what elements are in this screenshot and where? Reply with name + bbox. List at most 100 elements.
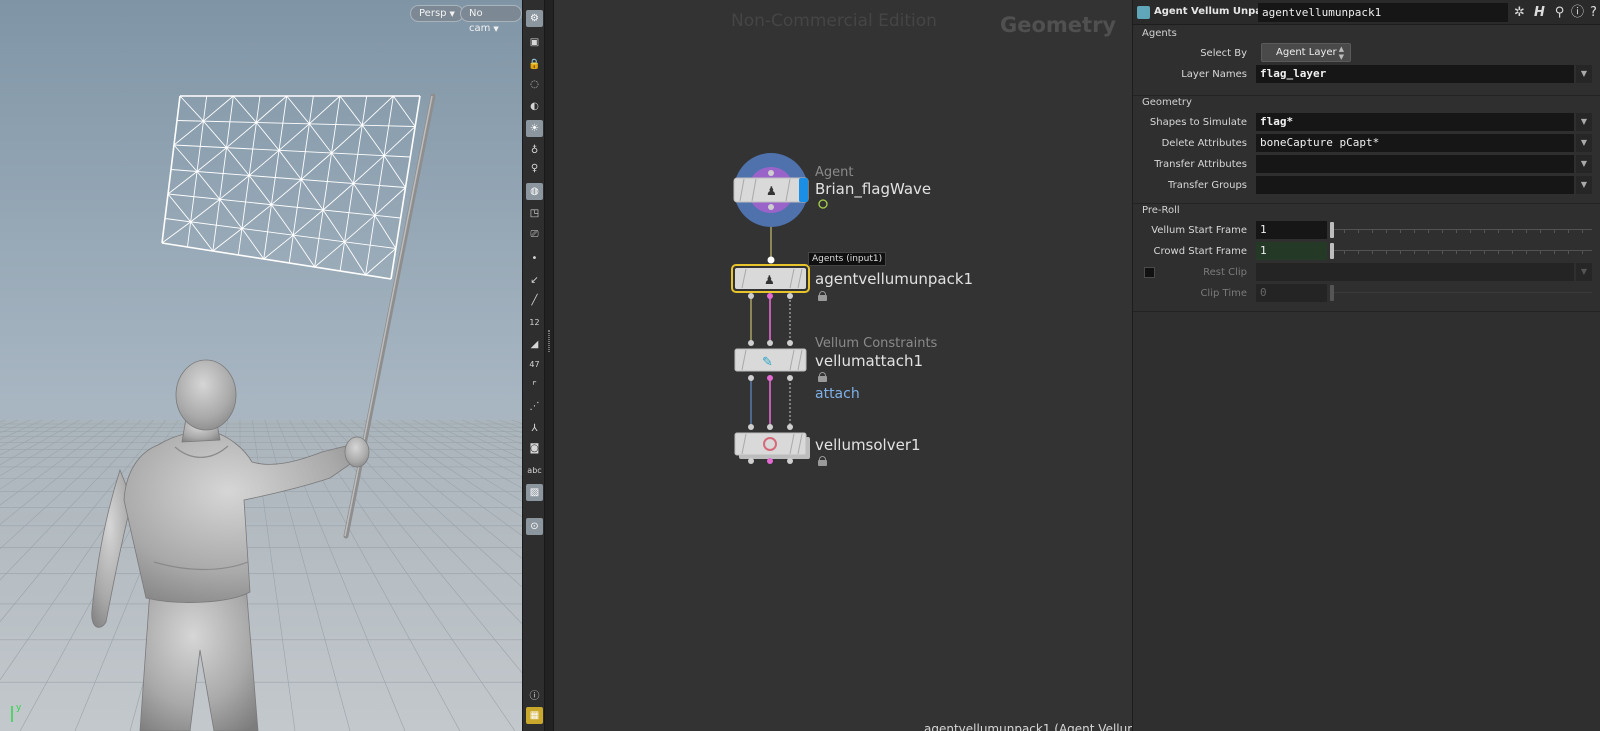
solver-output-port-1[interactable] [748,458,754,464]
delete-attributes-field[interactable]: boneCapture pCapt* [1256,134,1574,152]
vellum-start-frame-slider[interactable] [1330,221,1592,239]
splitter-grip[interactable] [548,330,550,352]
point-number-icon[interactable]: 12 [526,314,543,331]
clip-time-slider[interactable] [1330,284,1592,302]
render-icon[interactable]: ◍ [526,183,543,200]
solver-input-port-3[interactable] [787,424,793,430]
pane-splitter[interactable] [545,0,554,731]
agent-node-name[interactable]: Brian_flagWave [815,180,931,198]
unpack-output-port-3[interactable] [787,293,793,299]
agent-display-flag[interactable] [799,178,808,202]
light-icon[interactable]: ☀ [526,120,543,137]
crowd-start-frame-field[interactable]: 1 [1256,242,1327,260]
attach-input-port-2[interactable] [767,340,773,346]
node-name-field[interactable]: agentvellumunpack1 [1258,3,1508,22]
node-type-icon [1137,6,1150,19]
transfer-groups-field[interactable] [1256,176,1574,194]
ghost-icon[interactable]: ◌ [526,76,543,93]
camera-icon[interactable]: ◳ [526,205,543,222]
agent-status-icon [818,199,828,209]
preroll-folder-title[interactable]: Pre-Roll [1142,205,1180,216]
lock-view-icon[interactable]: 🔒 [526,56,543,73]
face-icon[interactable]: ◢ [526,336,543,353]
agents-folder-title[interactable]: Agents [1142,28,1177,39]
help-icon[interactable]: H [1531,4,1548,21]
agent-output-port[interactable] [768,204,774,210]
rest-clip-label: Rest Clip [1203,267,1247,278]
solver-output-port-3[interactable] [787,458,793,464]
attach-output-port-1[interactable] [748,375,754,381]
unpack-output-port-1[interactable] [748,293,754,299]
crowd-start-slider-handle[interactable] [1330,243,1334,259]
select-by-menu[interactable]: Agent Layer ▲ ▼ [1261,43,1351,62]
rest-clip-menu-button[interactable]: ▼ [1576,263,1592,281]
normal-icon[interactable]: ↙ [526,272,543,289]
node-type-label: Agent Vellum Unpack [1154,6,1275,17]
unpack-node-name[interactable]: agentvellumunpack1 [815,270,973,288]
attach-output-port-3[interactable] [787,375,793,381]
shapes-menu-button[interactable]: ▼ [1576,113,1592,131]
attach-group-label[interactable]: attach [815,386,860,402]
scene-viewport[interactable]: y Persp ▼ No cam ▼ [0,0,522,731]
point-icon[interactable]: • [526,250,543,267]
solver-input-port-1[interactable] [748,424,754,430]
attach-output-port-2[interactable] [767,375,773,381]
info-icon[interactable]: ⓘ [526,686,543,703]
snapshot-icon[interactable]: ⎚ [526,226,543,243]
transfer-groups-label: Transfer Groups [1167,180,1247,191]
agent-input-port[interactable] [768,170,774,176]
transfer-attributes-label: Transfer Attributes [1154,159,1247,170]
layer-names-menu-button[interactable]: ▼ [1576,65,1592,83]
brush-icon[interactable]: ╱ [526,292,543,309]
search-icon[interactable]: ⚲ [1551,4,1568,21]
solver-lock-icon[interactable] [818,456,827,466]
attach-input-port-3[interactable] [787,340,793,346]
attach-node-icon: ✎ [762,355,773,370]
layer-names-field[interactable]: flag_layer [1256,65,1574,83]
axis-icon[interactable]: ⅄ [526,420,543,437]
gear-icon[interactable]: ✲ [1511,4,1528,21]
pin-icon[interactable]: ⊙ [526,518,543,535]
text-icon[interactable]: abc [526,462,543,479]
shapes-to-simulate-field[interactable]: flag* [1256,113,1574,131]
vellum-start-frame-field[interactable]: 1 [1256,221,1327,239]
network-editor[interactable]: Non-Commercial Edition Geometry ♟ ♟ ✎ Ag… [554,0,1132,731]
attach-node-name[interactable]: vellumattach1 [815,352,923,370]
solver-output-port-2[interactable] [767,458,773,464]
grid-snap-icon[interactable]: ⋰ [526,398,543,415]
houdini-window: y Persp ▼ No cam ▼ ⚙ ▣ 🔒 ◌ ◐ ☀ ♁ ♀ ◍ ◳ ⎚ •… [0,0,1600,731]
clip-time-slider-handle[interactable] [1330,285,1334,301]
display-options-icon[interactable]: ⚙ [526,10,543,27]
crowd-start-frame-slider[interactable] [1330,242,1592,260]
geometry-folder: Geometry Shapes to Simulate flag* ▼ Dele… [1133,96,1600,204]
transfer-attributes-menu-button[interactable]: ▼ [1576,155,1592,173]
solver-node-name[interactable]: vellumsolver1 [815,436,921,454]
question-icon[interactable]: ? [1585,4,1600,21]
rest-clip-field[interactable] [1256,263,1574,281]
unpack-input-port[interactable] [767,256,775,264]
geometry-folder-title[interactable]: Geometry [1142,97,1192,108]
camera-menu-button[interactable]: No cam ▼ [460,5,522,34]
shading-icon[interactable]: ◐ [526,98,543,115]
light-bulb-icon[interactable]: ♀ [526,160,543,177]
unpack-output-port-2[interactable] [767,293,773,299]
headlight-icon[interactable]: ♁ [526,142,543,159]
unpack-lock-icon[interactable] [818,291,827,301]
clip-time-field[interactable]: 0 [1256,284,1327,302]
delete-attributes-menu-button[interactable]: ▼ [1576,134,1592,152]
persp-menu-button[interactable]: Persp ▼ [410,5,464,22]
corner-icon[interactable]: ⌜ [526,378,543,395]
select-display-icon[interactable]: ▣ [526,34,543,51]
transfer-attributes-field[interactable] [1256,155,1574,173]
layout-icon[interactable]: ▦ [526,707,543,724]
circle-icon[interactable]: ◙ [526,440,543,457]
vellum-start-slider-handle[interactable] [1330,222,1334,238]
solver-input-port-2[interactable] [767,424,773,430]
attach-lock-icon[interactable] [818,372,827,382]
background-icon[interactable]: ▨ [526,484,543,501]
attach-input-port-1[interactable] [748,340,754,346]
transfer-groups-menu-button[interactable]: ▼ [1576,176,1592,194]
attach-node-type: Vellum Constraints [815,336,938,351]
prim-number-icon[interactable]: 47 [526,356,543,373]
info-icon[interactable]: ⓘ [1569,4,1586,21]
